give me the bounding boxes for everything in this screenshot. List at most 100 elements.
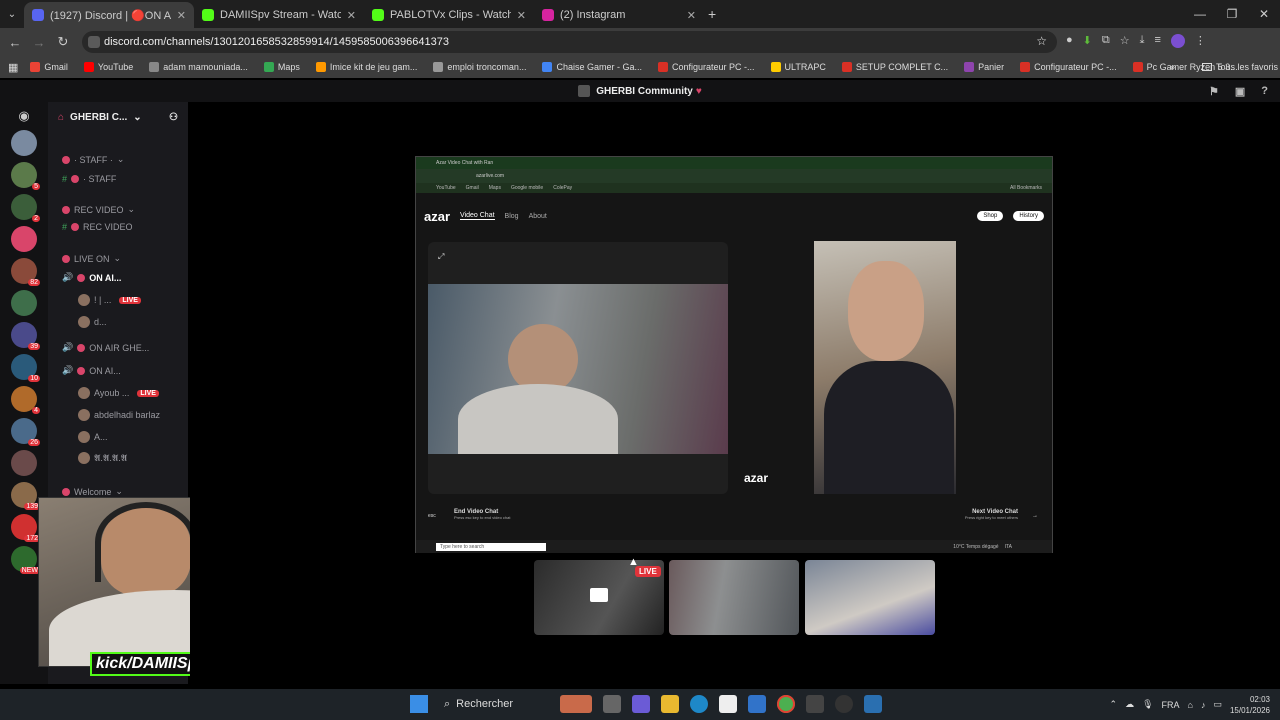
more-bookmarks-icon[interactable]: » (1170, 62, 1175, 72)
stream-thumbnail[interactable] (805, 560, 935, 635)
bookmark-item[interactable]: adam mamouniada... (141, 62, 256, 72)
download-extension-icon[interactable]: ⬇ (1083, 34, 1092, 48)
language-indicator[interactable]: FRA (1162, 700, 1180, 710)
add-member-icon[interactable]: ⚇ (169, 112, 178, 123)
clock[interactable]: 02:03 15/01/2026 (1230, 694, 1270, 716)
server-icon[interactable]: 4 (11, 386, 40, 414)
network-icon[interactable]: ⌂ (1188, 700, 1193, 710)
server-icon[interactable]: 39 (11, 322, 40, 350)
server-icon[interactable]: 26 (11, 418, 40, 446)
server-icon[interactable]: 139 (11, 482, 40, 510)
downloads-icon[interactable]: ⤓ (1140, 34, 1145, 48)
server-icon[interactable]: 2 (11, 194, 40, 222)
app-icon[interactable] (805, 695, 824, 713)
mail-icon[interactable] (747, 695, 766, 713)
bookmark-item[interactable]: Configurateur PC -... (1012, 62, 1125, 72)
maximize-icon[interactable]: ❐ (1216, 0, 1248, 28)
favorites-icon[interactable]: ☆ (1120, 34, 1130, 48)
server-icon[interactable] (11, 226, 37, 252)
tab-discord[interactable]: (1927) Discord | 🔴ON AIR ✕ (24, 2, 194, 28)
tab-instagram[interactable]: (2) Instagram ✕ (534, 2, 704, 28)
bookmark-item[interactable]: Configurateur PC -... (650, 62, 763, 72)
onedrive-icon[interactable]: ☁ (1125, 699, 1134, 710)
bookmark-item[interactable]: ULTRAPC (763, 62, 834, 72)
close-tab-icon[interactable]: ✕ (687, 9, 696, 22)
stream-thumbnail[interactable] (669, 560, 799, 635)
bookmark-item[interactable]: SETUP COMPLET C... (834, 62, 956, 72)
channel-user[interactable]: d... (78, 316, 107, 328)
server-icon[interactable] (11, 450, 37, 476)
media-icon[interactable]: ≡ (1154, 34, 1160, 48)
puzzle-icon[interactable]: ⧉ (1102, 34, 1110, 48)
windows-start-icon[interactable] (410, 695, 428, 713)
minimize-icon[interactable]: — (1184, 0, 1216, 28)
channel-user[interactable]: Ayoub ... LIVE (78, 387, 159, 399)
channel-user[interactable]: A... (78, 431, 108, 443)
channel-voice[interactable]: 🔊ON AI...55:57 (62, 365, 223, 376)
channel-category[interactable]: REC VIDEO ⌄ (62, 204, 135, 215)
reload-icon[interactable]: ↻ (51, 34, 75, 50)
apps-icon[interactable]: ▦ (8, 61, 18, 74)
extension-icon[interactable]: ● (1066, 34, 1073, 48)
channel-category[interactable]: · STAFF · ⌄ (62, 154, 124, 165)
close-window-icon[interactable]: ✕ (1248, 0, 1280, 28)
server-icon[interactable]: 10 (11, 354, 40, 382)
microphone-icon[interactable]: 🎙 (1142, 699, 1153, 710)
server-header[interactable]: ⌂ GHERBI C... ⌄ ⚇ (58, 112, 178, 123)
server-icon[interactable]: 172 (11, 514, 40, 542)
chrome-icon[interactable] (776, 695, 795, 713)
channel-category[interactable]: Welcome ⌄ (62, 486, 123, 497)
help-icon[interactable]: ? (1261, 85, 1268, 98)
obs-icon[interactable] (834, 695, 853, 713)
weather-widget-icon[interactable] (559, 695, 592, 713)
close-tab-icon[interactable]: ✕ (517, 9, 526, 22)
bookmark-item[interactable]: Imice kit de jeu gam... (308, 62, 426, 72)
forward-icon[interactable]: → (27, 35, 51, 50)
server-icon[interactable]: 82 (11, 258, 40, 286)
menu-icon[interactable]: ⋮ (1195, 34, 1206, 48)
channel-user[interactable]: ! | ... LIVE (78, 294, 141, 306)
file-explorer-icon[interactable] (660, 695, 679, 713)
chevron-up-icon[interactable]: ⌃ (1110, 699, 1118, 710)
bookmark-item[interactable]: Chaise Gamer - Ga... (534, 62, 650, 72)
channel-voice[interactable]: 🔊ON AI...40:45 (62, 272, 223, 283)
battery-icon[interactable]: ▭ (1213, 699, 1222, 710)
tab-kick-stream[interactable]: DAMIISpv Stream - Watch Live ✕ (194, 2, 364, 28)
volume-icon[interactable]: ♪ (1201, 700, 1206, 710)
new-tab-button[interactable]: + (708, 6, 716, 22)
server-icon[interactable] (11, 130, 37, 156)
channel-category[interactable]: LIVE ON ⌄ (62, 253, 121, 264)
back-icon[interactable]: ← (3, 35, 27, 50)
profile-avatar[interactable] (1170, 34, 1185, 48)
discord-home-icon[interactable]: ◉ (11, 108, 37, 124)
bookmark-star-icon[interactable]: ☆ (1036, 34, 1047, 48)
inbox-icon[interactable]: ▣ (1235, 85, 1245, 98)
close-tab-icon[interactable]: ✕ (177, 9, 186, 22)
channel-text[interactable]: # REC VIDEO (62, 222, 133, 232)
url-field[interactable]: discord.com/channels/1301201658532859914… (82, 31, 1057, 53)
taskbar-search[interactable]: ⌕ Rechercher (444, 698, 554, 711)
steam-icon[interactable] (863, 695, 882, 713)
site-info-icon[interactable] (88, 36, 100, 48)
tab-kick-clips[interactable]: PABLOTVx Clips - Watch Live o ✕ (364, 2, 534, 28)
copilot-icon[interactable] (631, 695, 650, 713)
bookmark-item[interactable]: Panier (956, 62, 1012, 72)
bookmark-item[interactable]: Maps (256, 62, 308, 72)
server-icon[interactable]: 5 (11, 162, 40, 190)
store-icon[interactable] (718, 695, 737, 713)
channel-voice[interactable]: 🔊 ON AIR GHE... (62, 342, 149, 353)
tab-list-button[interactable]: ⌄ (0, 9, 24, 20)
pin-icon[interactable]: ⚑ (1209, 85, 1219, 98)
channel-user[interactable]: 𝕬.𝕬.𝕬.𝕬 (78, 452, 127, 464)
bookmark-item[interactable]: YouTube (76, 62, 141, 72)
bookmark-item[interactable]: emploi troncoman... (425, 62, 534, 72)
bookmark-item[interactable]: Gmail (22, 62, 76, 72)
task-view-icon[interactable] (602, 695, 621, 713)
server-icon[interactable] (11, 290, 37, 316)
close-tab-icon[interactable]: ✕ (347, 9, 356, 22)
channel-text[interactable]: # · STAFF (62, 174, 116, 184)
channel-user[interactable]: abdelhadi barlaz (78, 409, 160, 421)
edge-icon[interactable] (689, 695, 708, 713)
all-bookmarks[interactable]: Tous les favoris (1202, 62, 1278, 72)
server-icon[interactable]: NEW (11, 546, 40, 574)
